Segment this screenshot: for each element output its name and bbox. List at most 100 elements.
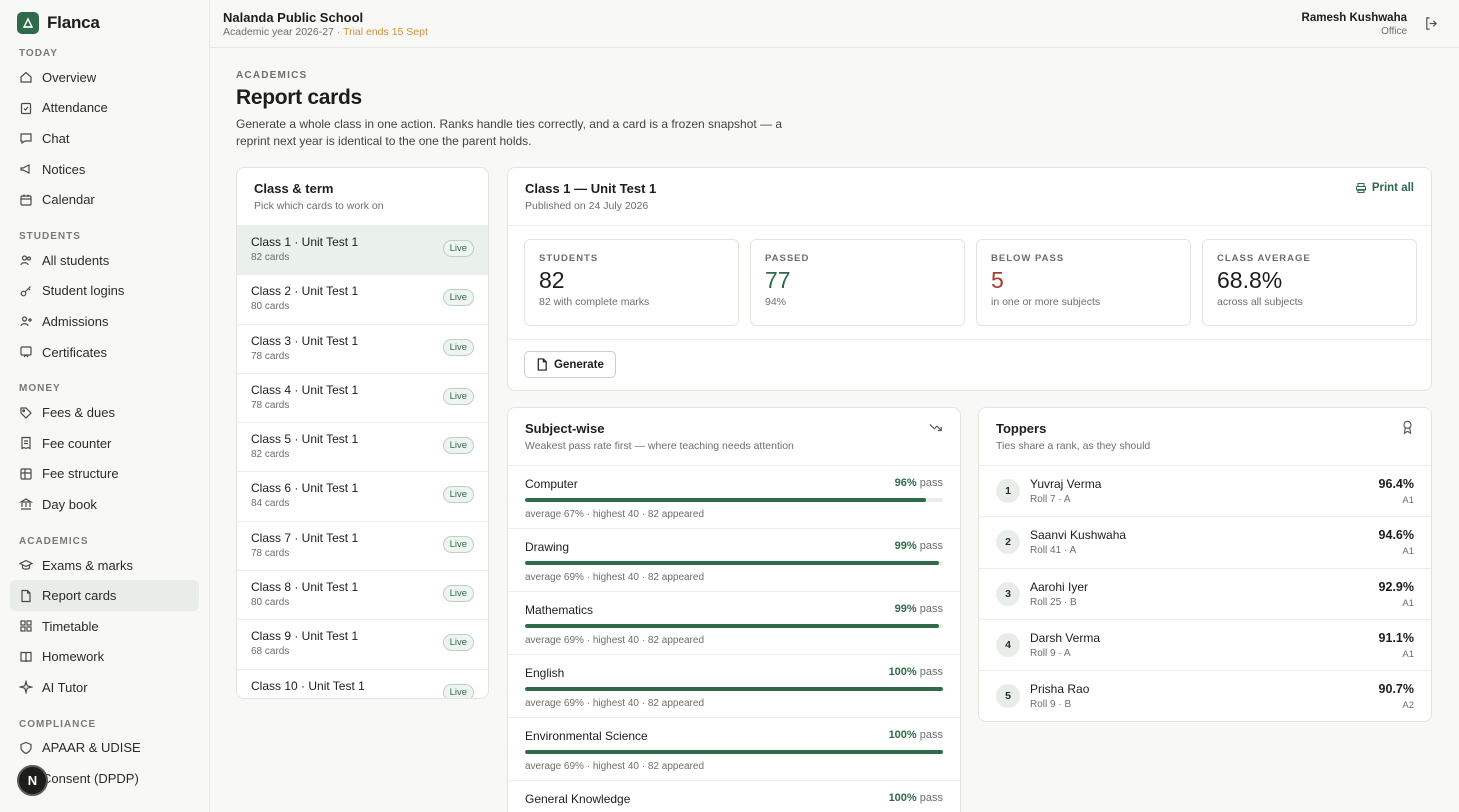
stat-value: 68.8% bbox=[1217, 267, 1283, 293]
nav-section-title: STUDENTS bbox=[19, 230, 81, 242]
sidebar-item-homework[interactable]: Homework bbox=[10, 642, 199, 673]
sidebar-item-report-cards[interactable]: Report cards bbox=[10, 580, 199, 611]
sidebar-item-fee-structure[interactable]: Fee structure bbox=[10, 459, 199, 490]
toppers-subtitle: Ties share a rank, as they should bbox=[996, 440, 1151, 452]
subject-wise-title: Subject-wise bbox=[525, 421, 605, 436]
class-name: Class 3 · Unit Test 1 bbox=[251, 333, 359, 348]
student-roll: Roll 9 · B bbox=[1030, 699, 1072, 711]
sidebar-item-overview[interactable]: Overview bbox=[10, 62, 199, 93]
class-list-item[interactable]: Class 5 · Unit Test 1 82 cards Live bbox=[237, 423, 488, 473]
sidebar-item-fee-counter[interactable]: Fee counter bbox=[10, 428, 199, 459]
shield-icon bbox=[20, 741, 32, 755]
class-name: Class 8 · Unit Test 1 bbox=[251, 580, 359, 595]
stat-label: CLASS AVERAGE bbox=[1217, 253, 1311, 264]
class-list-item[interactable]: Class 1 · Unit Test 1 82 cards Live bbox=[237, 226, 488, 276]
pass-bar bbox=[525, 624, 943, 628]
sidebar-item-student-logins[interactable]: Student logins bbox=[10, 276, 199, 307]
stat-label: BELOW PASS bbox=[991, 253, 1065, 264]
sidebar-item-label: All students bbox=[42, 252, 110, 268]
subject-name: Environmental Science bbox=[525, 729, 648, 743]
printer-icon bbox=[1355, 182, 1366, 194]
sidebar-item-label: AI Tutor bbox=[42, 679, 88, 695]
subject-name: English bbox=[525, 666, 565, 680]
class-name: Class 7 · Unit Test 1 bbox=[251, 530, 359, 545]
page-description: Generate a whole class in one action. Ra… bbox=[236, 117, 783, 148]
class-term-subtitle: Pick which cards to work on bbox=[254, 200, 384, 212]
logout-icon[interactable] bbox=[1424, 16, 1439, 36]
subject-pass-rate: 96% pass bbox=[895, 477, 943, 489]
sidebar-item-notices[interactable]: Notices bbox=[10, 154, 199, 185]
certificate-icon bbox=[20, 346, 32, 358]
summary-title: Class 1 — Unit Test 1 bbox=[525, 181, 657, 196]
subject-wise-header: Subject-wise Weakest pass rate first — w… bbox=[508, 408, 960, 466]
summary-footer: Generate bbox=[508, 339, 1431, 390]
print-all-button[interactable]: Print all bbox=[1355, 182, 1414, 194]
subject-row: Drawing 99% pass average 69% · highest 40 … bbox=[508, 529, 960, 592]
status-badge: Live bbox=[442, 289, 474, 307]
card-count: 84 cards bbox=[251, 498, 290, 510]
sidebar-item-label: Day book bbox=[42, 496, 97, 512]
card-count: 78 cards bbox=[251, 399, 290, 411]
sidebar-item-label: Exams & marks bbox=[42, 557, 134, 573]
status-badge: Live bbox=[442, 634, 474, 652]
pass-bar-fill bbox=[525, 687, 943, 691]
summary-header: Class 1 — Unit Test 1 Published on 24 Ju… bbox=[508, 168, 1431, 226]
student-grade: A1 bbox=[1402, 597, 1414, 609]
sparkle-icon bbox=[19, 680, 33, 695]
page-title: Report cards bbox=[236, 86, 362, 109]
class-list-item[interactable]: Class 7 · Unit Test 1 78 cards Live bbox=[237, 522, 488, 572]
subject-row: Environmental Science 100% pass average 69… bbox=[508, 718, 960, 781]
pass-percent: 99% bbox=[894, 603, 917, 615]
sidebar-item-admissions[interactable]: Admissions bbox=[10, 306, 199, 337]
sidebar-item-label: Certificates bbox=[42, 344, 108, 360]
student-name: Saanvi Kushwaha bbox=[1030, 528, 1127, 543]
class-list-item[interactable]: Class 6 · Unit Test 1 84 cards Live bbox=[237, 472, 488, 522]
card-count: 82 cards bbox=[251, 252, 290, 263]
card-count: 80 cards bbox=[251, 597, 290, 609]
print-all-label: Print all bbox=[1371, 182, 1414, 194]
avatar-button[interactable]: N bbox=[17, 765, 48, 796]
sidebar-item-all-students[interactable]: All students bbox=[10, 245, 199, 276]
sidebar-item-ai-tutor[interactable]: AI Tutor bbox=[10, 672, 199, 703]
status-badge: Live bbox=[442, 240, 474, 257]
pass-suffix: pass bbox=[916, 540, 943, 552]
class-list-item[interactable]: Class 10 · Unit Test 1 Live bbox=[237, 670, 488, 698]
nav-section-title: COMPLIANCE bbox=[19, 718, 97, 730]
sidebar-item-certificates[interactable]: Certificates bbox=[10, 337, 199, 368]
class-list-item[interactable]: Class 3 · Unit Test 1 78 cards Live bbox=[237, 325, 488, 374]
stat-note: 94% bbox=[765, 296, 787, 308]
sidebar-item-chat[interactable]: Chat bbox=[10, 123, 199, 154]
class-list-item[interactable]: Class 9 · Unit Test 1 68 cards Live bbox=[237, 620, 488, 670]
sidebar-item-timetable[interactable]: Timetable bbox=[10, 611, 199, 642]
sidebar-item-label: Overview bbox=[42, 69, 97, 85]
bank-icon bbox=[19, 498, 33, 511]
summary-panel: Class 1 — Unit Test 1 Published on 24 Ju… bbox=[507, 167, 1432, 391]
card-count: 78 cards bbox=[251, 350, 290, 362]
sidebar-item-label: Fee structure bbox=[42, 466, 119, 482]
subject-row: General Knowledge 100% pass bbox=[508, 781, 960, 812]
topper-row: 5 Prisha Rao Roll 9 · B 90.7% A2 bbox=[979, 671, 1431, 721]
sidebar-item-label: APAAR & UDISE bbox=[42, 740, 141, 756]
status-badge: Live bbox=[442, 437, 474, 455]
sidebar: Flanca TODAY Overview Attendance Chat Notice… bbox=[0, 0, 210, 812]
stat-note: in one or more subjects bbox=[991, 296, 1101, 308]
sidebar-item-exams-marks[interactable]: Exams & marks bbox=[10, 550, 199, 581]
rank-badge: 4 bbox=[996, 632, 1020, 657]
sidebar-item-fees-dues[interactable]: Fees & dues bbox=[10, 397, 199, 428]
subject-meta: average 69% · highest 40 · 82 appeared bbox=[525, 572, 705, 583]
class-list-item[interactable]: Class 4 · Unit Test 1 78 cards Live bbox=[237, 374, 488, 424]
student-grade: A1 bbox=[1402, 546, 1414, 558]
class-list-item[interactable]: Class 2 · Unit Test 1 80 cards Live bbox=[237, 275, 488, 325]
status-badge: Live bbox=[442, 338, 474, 356]
pass-bar bbox=[525, 561, 943, 565]
sidebar-item-calendar[interactable]: Calendar bbox=[10, 184, 199, 215]
brand[interactable]: Flanca bbox=[17, 12, 100, 34]
subject-row: Computer 96% pass average 67% · highest 40… bbox=[508, 466, 960, 529]
class-name: Class 4 · Unit Test 1 bbox=[251, 382, 359, 397]
generate-button[interactable]: Generate bbox=[524, 351, 616, 378]
sidebar-item-attendance[interactable]: Attendance bbox=[10, 93, 199, 124]
sidebar-item-apaar-udise[interactable]: APAAR & UDISE bbox=[10, 733, 199, 764]
sidebar-item-day-book[interactable]: Day book bbox=[10, 489, 199, 520]
subject-name: Mathematics bbox=[525, 603, 594, 617]
class-list-item[interactable]: Class 8 · Unit Test 1 80 cards Live bbox=[237, 571, 488, 621]
